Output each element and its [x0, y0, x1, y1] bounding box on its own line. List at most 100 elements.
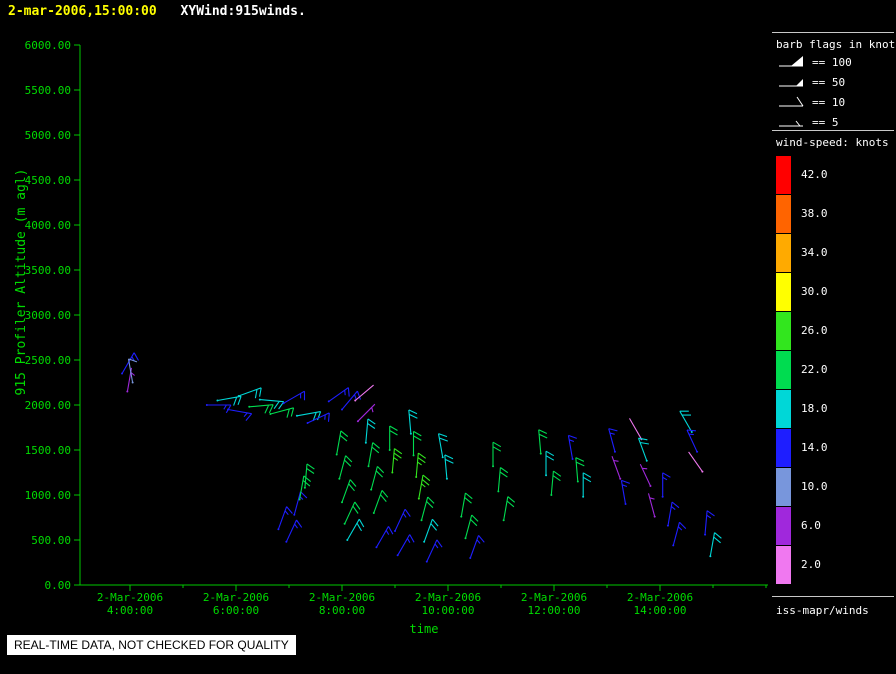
svg-text:2500.00: 2500.00: [25, 354, 71, 367]
legend-panel: barb flags in knots == 100 == 50 == 10 == 5…: [770, 0, 896, 674]
wind-speed-color-scale: 42.0 38.0 34.0 30.0 26.0 22.0 18.0 14.0 10.0 6.0 2…: [776, 155, 828, 584]
wind-barb: [418, 474, 431, 499]
speed-scale-entry: 22.0: [776, 350, 828, 389]
wind-barb: [672, 521, 687, 546]
speed-scale-entry: 18.0: [776, 389, 828, 428]
wind-barb: [394, 508, 411, 532]
wind-barb: [469, 535, 485, 559]
svg-text:500.00: 500.00: [31, 534, 71, 547]
wind-barb: [328, 387, 350, 402]
wind-barb: [497, 467, 509, 492]
speed-color-swatch: [776, 389, 791, 428]
wind-barb: [550, 470, 562, 496]
speed-scale-label: 2.0: [801, 558, 821, 571]
speed-scale-label: 6.0: [801, 519, 821, 532]
wind-barb: [492, 441, 502, 467]
speed-scale-entry: 34.0: [776, 233, 828, 272]
wind-barb: [307, 412, 330, 424]
wind-barb: [567, 434, 577, 460]
wind-barb: [423, 518, 439, 542]
wind-barb: [217, 395, 242, 406]
wind-barb: [412, 430, 422, 456]
svg-text:2-Mar-2006: 2-Mar-2006: [309, 591, 375, 604]
separator-line: [772, 32, 894, 33]
barb-flag-label: == 5: [812, 115, 839, 129]
barb-flags-legend-title: barb flags in knots: [776, 38, 896, 51]
wind-barb: [391, 448, 403, 473]
wind-barb: [464, 514, 479, 539]
axes: [74, 44, 768, 591]
wind-barb: [296, 411, 322, 422]
quality-banner: REAL-TIME DATA, NOT CHECKED FOR QUALITY: [7, 635, 296, 655]
speed-scale-label: 10.0: [801, 480, 828, 493]
svg-text:4:00:00: 4:00:00: [107, 604, 153, 617]
barb-flags-legend: == 100 == 50 == 10 == 5: [776, 52, 852, 132]
wind-barb: [397, 534, 415, 556]
wind-barb: [304, 463, 315, 488]
wind-barb-plot-canvas[interactable]: 0.00 500.00 1000.00 1500.00 2000.00 2500.00 30…: [0, 0, 770, 674]
wind-barb: [367, 442, 380, 467]
barb-flag-icon: [779, 56, 803, 67]
barb-flag-legend-item: == 50: [776, 72, 852, 92]
barb-flag-legend-item: == 10: [776, 92, 852, 112]
wind-barb: [608, 428, 618, 452]
y-tick-labels: 0.00 500.00 1000.00 1500.00 2000.00 2500.00 30…: [25, 39, 71, 592]
wind-barb: [338, 455, 353, 479]
wind-barb: [688, 451, 703, 472]
wind-barb: [370, 466, 385, 490]
wind-speed-scale-title: wind-speed: knots: [776, 136, 889, 149]
svg-text:5000.00: 5000.00: [25, 129, 71, 142]
svg-text:0.00: 0.00: [45, 579, 72, 592]
wind-barb: [408, 409, 418, 434]
speed-color-swatch: [776, 350, 791, 389]
x-tick-labels: 2-Mar-20064:00:002-Mar-20066:00:002-Mar-…: [97, 591, 693, 617]
wind-barb: [344, 501, 361, 525]
speed-scale-entry: 26.0: [776, 311, 828, 350]
wind-barb: [538, 429, 548, 454]
svg-text:2-Mar-2006: 2-Mar-2006: [97, 591, 163, 604]
speed-scale-entry: 2.0: [776, 545, 828, 584]
barb-flag-label: == 10: [812, 95, 846, 109]
credit-label: iss-mapr/winds: [776, 604, 869, 617]
wind-barb: [283, 390, 306, 404]
wind-barb: [376, 526, 394, 548]
speed-scale-label: 34.0: [801, 246, 828, 259]
wind-barb: [227, 408, 253, 421]
wind-barb: [346, 518, 365, 541]
speed-scale-label: 30.0: [801, 285, 828, 298]
barb-flag-icon: [779, 120, 803, 127]
wind-barb: [285, 519, 303, 543]
svg-text:3500.00: 3500.00: [25, 264, 71, 277]
speed-color-swatch: [776, 467, 791, 506]
wind-barb: [238, 387, 262, 399]
svg-text:14:00:00: 14:00:00: [634, 604, 687, 617]
wind-barb: [336, 430, 349, 455]
speed-color-swatch: [776, 194, 791, 233]
svg-text:2000.00: 2000.00: [25, 399, 71, 412]
x-axis-label: time: [409, 622, 439, 636]
svg-text:6:00:00: 6:00:00: [213, 604, 259, 617]
barb-flag-label: == 50: [812, 75, 846, 89]
wind-barb: [686, 429, 698, 453]
barb-flag-label: == 100: [812, 55, 852, 69]
speed-color-swatch: [776, 506, 791, 545]
svg-text:2-Mar-2006: 2-Mar-2006: [627, 591, 693, 604]
wind-barb: [620, 479, 630, 505]
wind-barb: [545, 450, 555, 476]
wind-barb: [704, 510, 715, 535]
speed-scale-entry: 38.0: [776, 194, 828, 233]
barb-flag-legend-item: == 100: [776, 52, 852, 72]
svg-text:12:00:00: 12:00:00: [528, 604, 581, 617]
wind-barb: [709, 532, 722, 557]
speed-scale-label: 42.0: [801, 168, 828, 181]
svg-text:4500.00: 4500.00: [25, 174, 71, 187]
wind-barb: [503, 496, 516, 521]
svg-text:2-Mar-2006: 2-Mar-2006: [521, 591, 587, 604]
y-axis-label: 915 Profiler Altitude (m agl): [14, 168, 29, 396]
wind-barb: [437, 433, 448, 458]
wind-barb: [444, 454, 454, 479]
speed-color-swatch: [776, 311, 791, 350]
speed-color-swatch: [776, 233, 791, 272]
svg-text:6000.00: 6000.00: [25, 39, 71, 52]
wind-barb: [373, 490, 389, 514]
